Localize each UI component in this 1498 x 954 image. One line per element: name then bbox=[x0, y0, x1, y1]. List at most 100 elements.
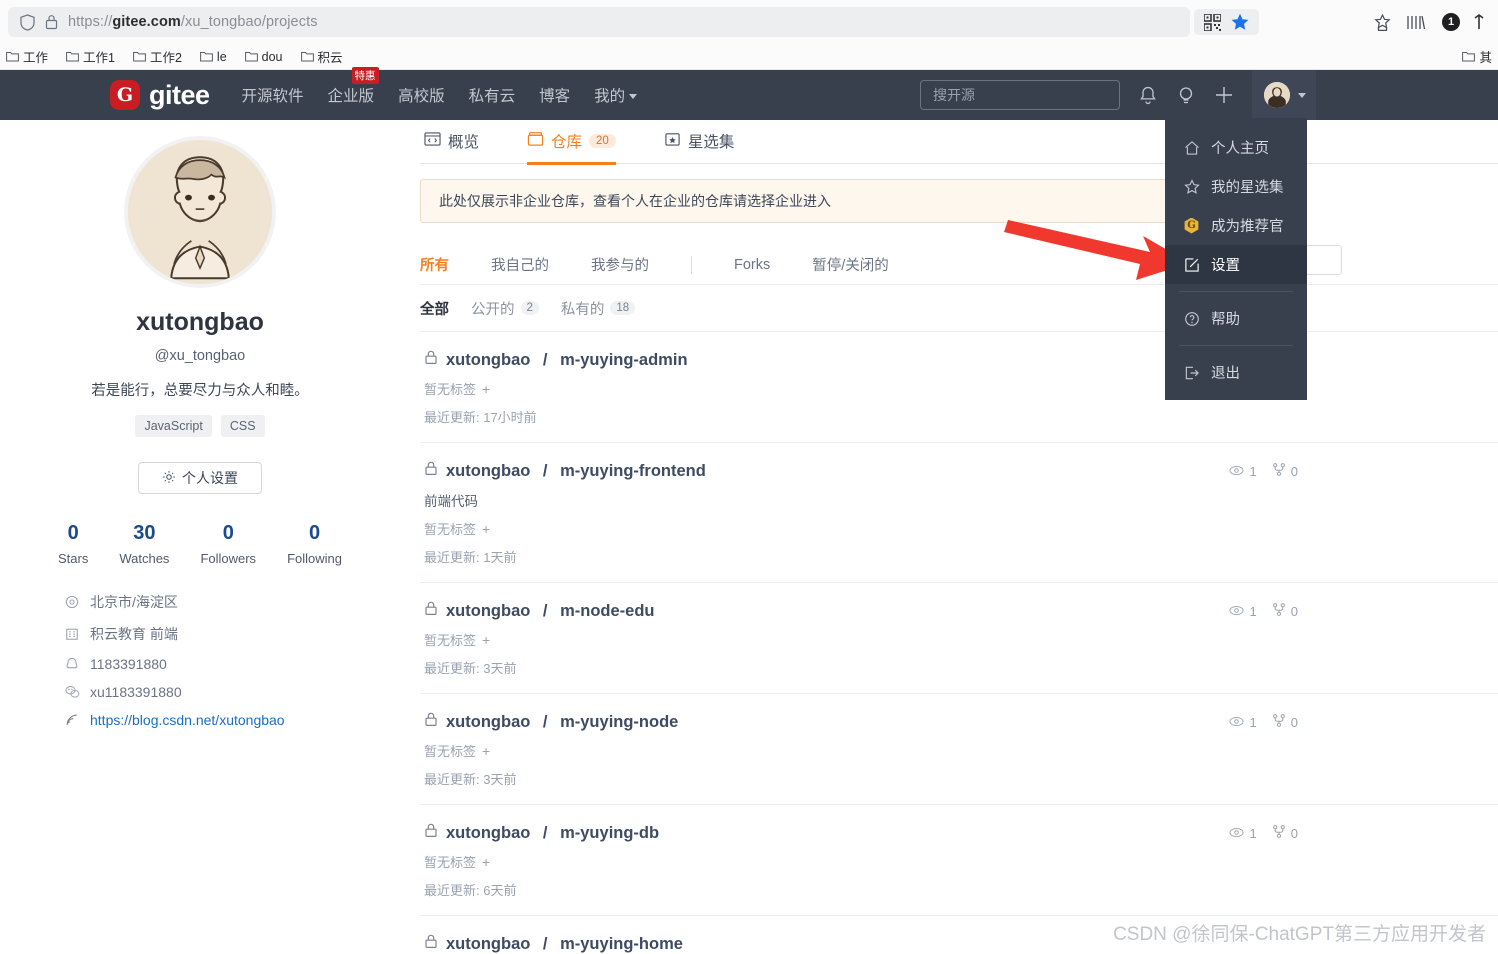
address-bar[interactable]: https://gitee.com/xu_tongbao/projects bbox=[8, 7, 1190, 37]
menu-item-logout[interactable]: 退出 bbox=[1165, 353, 1307, 392]
contact-qq: 1183391880 bbox=[64, 656, 350, 672]
qr-code-icon[interactable] bbox=[1204, 13, 1221, 31]
repo-tags[interactable]: 暂无标签 + bbox=[424, 519, 1498, 538]
repo-name: m-yuying-db bbox=[560, 823, 660, 842]
repo-stats: 1 0 bbox=[1229, 825, 1298, 841]
contact-blog[interactable]: https://blog.csdn.net/xutongbao bbox=[64, 712, 350, 728]
location-icon bbox=[64, 594, 80, 610]
subfilter-public[interactable]: 公开的 2 bbox=[471, 298, 539, 319]
private-count-badge: 18 bbox=[610, 301, 636, 315]
repo-link[interactable]: xutongbao / m-yuying-frontend bbox=[424, 461, 1498, 481]
lock-icon[interactable] bbox=[45, 14, 58, 30]
reading-list-icon[interactable] bbox=[1406, 13, 1428, 31]
fork-count[interactable]: 0 bbox=[1272, 714, 1298, 730]
fork-count[interactable]: 0 bbox=[1272, 463, 1298, 479]
plus-icon[interactable] bbox=[1214, 85, 1234, 105]
repo-link[interactable]: xutongbao / m-yuying-db bbox=[424, 823, 1498, 843]
fork-count[interactable]: 0 bbox=[1272, 825, 1298, 841]
repo-sep: / bbox=[538, 461, 553, 480]
code-window-icon bbox=[424, 131, 441, 152]
stat-stars[interactable]: 0 Stars bbox=[58, 522, 88, 566]
menu-item-home[interactable]: 个人主页 bbox=[1165, 128, 1307, 167]
menu-item-help[interactable]: 帮助 bbox=[1165, 299, 1307, 338]
search-input[interactable] bbox=[920, 80, 1120, 110]
add-tag-icon[interactable]: + bbox=[482, 632, 490, 648]
watch-count[interactable]: 1 bbox=[1229, 826, 1257, 841]
filter-closed[interactable]: 暂停/关闭的 bbox=[812, 254, 889, 275]
watch-count[interactable]: 1 bbox=[1229, 464, 1257, 479]
bookmark-item[interactable]: dou bbox=[244, 50, 283, 64]
subfilter-private-label: 私有的 bbox=[560, 301, 605, 318]
gitee-logo-mark: G bbox=[110, 80, 140, 110]
logout-icon bbox=[1183, 364, 1200, 381]
bookmark-item[interactable]: 工作 bbox=[6, 47, 48, 66]
menu-item-settings[interactable]: 设置 bbox=[1165, 245, 1307, 284]
personal-settings-button[interactable]: 个人设置 bbox=[138, 462, 262, 494]
main-content: 概览 仓库 20 星选集 此处仅展示非企业仓库，查看个人在企业的仓库请选择企业进… bbox=[420, 120, 1498, 954]
filter-mine[interactable]: 我自己的 bbox=[491, 254, 549, 275]
stat-followers[interactable]: 0 Followers bbox=[200, 522, 256, 566]
stat-value: 30 bbox=[133, 522, 156, 544]
profile-avatar[interactable] bbox=[124, 136, 276, 288]
add-tag-icon[interactable]: + bbox=[482, 381, 490, 397]
repo-tags[interactable]: 暂无标签 + bbox=[424, 741, 1498, 760]
nav-enterprise[interactable]: 企业版 特惠 bbox=[328, 67, 379, 106]
nav-education[interactable]: 高校版 bbox=[398, 84, 445, 106]
repo-link[interactable]: xutongbao / m-node-edu bbox=[424, 601, 1498, 621]
language-tag[interactable]: CSS bbox=[220, 415, 265, 437]
filter-participated[interactable]: 我参与的 bbox=[591, 254, 649, 275]
language-tag[interactable]: JavaScript bbox=[135, 415, 212, 437]
bookmark-item[interactable]: 工作1 bbox=[66, 47, 115, 66]
bookmark-item[interactable]: le bbox=[200, 50, 227, 64]
gitee-badge-icon: G bbox=[1183, 217, 1200, 234]
bookmark-item[interactable]: 工作2 bbox=[133, 47, 182, 66]
watch-count[interactable]: 1 bbox=[1229, 604, 1257, 619]
menu-item-starred[interactable]: 我的星选集 bbox=[1165, 167, 1307, 206]
nav-blog[interactable]: 博客 bbox=[539, 84, 570, 106]
filter-all[interactable]: 所有 bbox=[420, 254, 449, 275]
address-bar-text: https://gitee.com/xu_tongbao/projects bbox=[68, 14, 318, 30]
primary-nav: 开源软件 企业版 特惠 高校版 私有云 博客 我的 bbox=[242, 67, 638, 106]
contact-text: 北京市/海淀区 bbox=[90, 594, 178, 610]
browser-chrome: https://gitee.com/xu_tongbao/projects 1 bbox=[0, 0, 1498, 70]
stat-following[interactable]: 0 Following bbox=[287, 522, 342, 566]
shield-icon[interactable] bbox=[20, 13, 35, 31]
repo-tags[interactable]: 暂无标签 + bbox=[424, 379, 1498, 398]
tab-overview[interactable]: 概览 bbox=[424, 130, 479, 163]
bookmark-star-icon[interactable] bbox=[1373, 13, 1392, 32]
repo-link[interactable]: xutongbao / m-yuying-admin bbox=[424, 350, 1498, 370]
bell-icon[interactable] bbox=[1138, 85, 1158, 106]
repo-tags[interactable]: 暂无标签 + bbox=[424, 630, 1498, 649]
subfilter-all-label: 全部 bbox=[420, 301, 449, 318]
add-tag-icon[interactable]: + bbox=[482, 854, 490, 870]
menu-item-ambassador[interactable]: G 成为推荐官 bbox=[1165, 206, 1307, 245]
menu-divider bbox=[1179, 345, 1293, 346]
other-bookmarks-button[interactable]: 其 bbox=[1462, 47, 1492, 66]
repo-stats: 1 0 bbox=[1229, 714, 1298, 730]
nav-privatecloud[interactable]: 私有云 bbox=[469, 84, 516, 106]
bookmark-item[interactable]: 积云 bbox=[300, 47, 343, 66]
promo-badge: 特惠 bbox=[351, 67, 379, 84]
repo-tags[interactable]: 暂无标签 + bbox=[424, 852, 1498, 871]
subfilter-private[interactable]: 私有的 18 bbox=[560, 298, 636, 319]
subfilter-public-label: 公开的 bbox=[471, 301, 515, 318]
notification-count-badge[interactable]: 1 bbox=[1442, 13, 1460, 31]
lightbulb-icon[interactable] bbox=[1176, 85, 1196, 106]
tab-starred[interactable]: 星选集 bbox=[664, 130, 734, 163]
repo-link[interactable]: xutongbao / m-yuying-node bbox=[424, 712, 1498, 732]
add-tag-icon[interactable]: + bbox=[482, 743, 490, 759]
filter-forks[interactable]: Forks bbox=[734, 257, 770, 273]
watch-count[interactable]: 1 bbox=[1229, 715, 1257, 730]
fork-count[interactable]: 0 bbox=[1272, 603, 1298, 619]
add-tag-icon[interactable]: + bbox=[482, 521, 490, 537]
repo-tags-label: 暂无标签 bbox=[424, 382, 477, 397]
nav-opensource[interactable]: 开源软件 bbox=[242, 84, 304, 106]
browser-menu-icon[interactable] bbox=[1474, 13, 1484, 31]
user-avatar-button[interactable] bbox=[1252, 70, 1316, 120]
gitee-logo[interactable]: G gitee bbox=[110, 80, 210, 111]
subfilter-all[interactable]: 全部 bbox=[420, 298, 449, 319]
stat-watches[interactable]: 30 Watches bbox=[119, 522, 169, 566]
star-filled-icon[interactable] bbox=[1231, 13, 1249, 31]
tab-repositories[interactable]: 仓库 20 bbox=[527, 130, 616, 165]
nav-mine[interactable]: 我的 bbox=[594, 84, 638, 106]
